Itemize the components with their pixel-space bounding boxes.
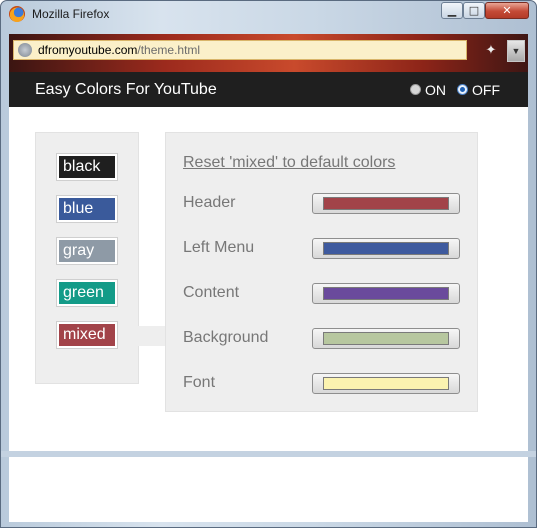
radio-on-indicator [410, 84, 421, 95]
theme-menu: black blue gray green mixed [35, 132, 139, 384]
left-menu-color-button[interactable] [312, 238, 460, 259]
url-path: /theme.html [137, 43, 201, 57]
radio-on-label: ON [425, 82, 446, 98]
header-color-label: Header [183, 194, 236, 211]
font-color-label: Font [183, 374, 216, 391]
color-settings-panel: Reset 'mixed' to default colors Header L… [165, 132, 478, 412]
app-title: Easy Colors For YouTube [35, 81, 217, 98]
font-color-swatch [323, 377, 449, 390]
address-url: dfromyoutube.com/theme.html [38, 43, 200, 57]
content-color-button[interactable] [312, 283, 460, 304]
background-color-swatch [323, 332, 449, 345]
font-color-button[interactable] [312, 373, 460, 394]
left-menu-color-swatch [323, 242, 449, 255]
theme-button-blue[interactable]: blue [57, 196, 117, 222]
firefox-window: Mozilla Firefox ▁ □ ✕ dfromyoutube.com/t… [0, 0, 537, 528]
theme-button-gray[interactable]: gray [57, 238, 117, 264]
theme-button-green[interactable]: green [57, 280, 117, 306]
header-color-button[interactable] [312, 193, 460, 214]
radio-off-indicator [457, 84, 468, 95]
navigation-toolbar: dfromyoutube.com/theme.html ✦ ▼ [9, 34, 528, 72]
background-color-button[interactable] [312, 328, 460, 349]
close-icon: ✕ [502, 4, 512, 17]
theme-button-mixed[interactable]: mixed [57, 322, 117, 348]
theme-button-black[interactable]: black [57, 154, 117, 180]
tools-icon[interactable]: ✦ [483, 42, 499, 58]
minimize-icon: ▁ [447, 4, 457, 17]
window-title: Mozilla Firefox [32, 7, 110, 21]
title-bar: Mozilla Firefox ▁ □ ✕ [1, 1, 536, 29]
background-color-label: Background [183, 329, 269, 346]
radio-off-label: OFF [472, 82, 500, 98]
content-color-swatch [323, 287, 449, 300]
dropdown-arrow-icon[interactable]: ▼ [507, 40, 525, 62]
url-domain: dfromyoutube.com [38, 43, 138, 57]
firefox-icon [9, 6, 25, 22]
address-bar[interactable]: dfromyoutube.com/theme.html [13, 40, 467, 60]
reset-defaults-link[interactable]: Reset 'mixed' to default colors [183, 154, 395, 172]
site-identity-icon[interactable] [18, 43, 32, 57]
close-button[interactable]: ✕ [485, 2, 529, 19]
left-menu-color-label: Left Menu [183, 239, 255, 256]
maximize-button[interactable]: □ [463, 2, 485, 19]
header-color-swatch [323, 197, 449, 210]
minimize-button[interactable]: ▁ [441, 2, 463, 19]
app-header: Easy Colors For YouTube ON OFF [9, 72, 528, 107]
content-color-label: Content [183, 284, 240, 301]
maximize-icon: □ [468, 4, 480, 17]
selected-theme-connector [137, 326, 167, 346]
window-bottom-border [1, 451, 536, 457]
